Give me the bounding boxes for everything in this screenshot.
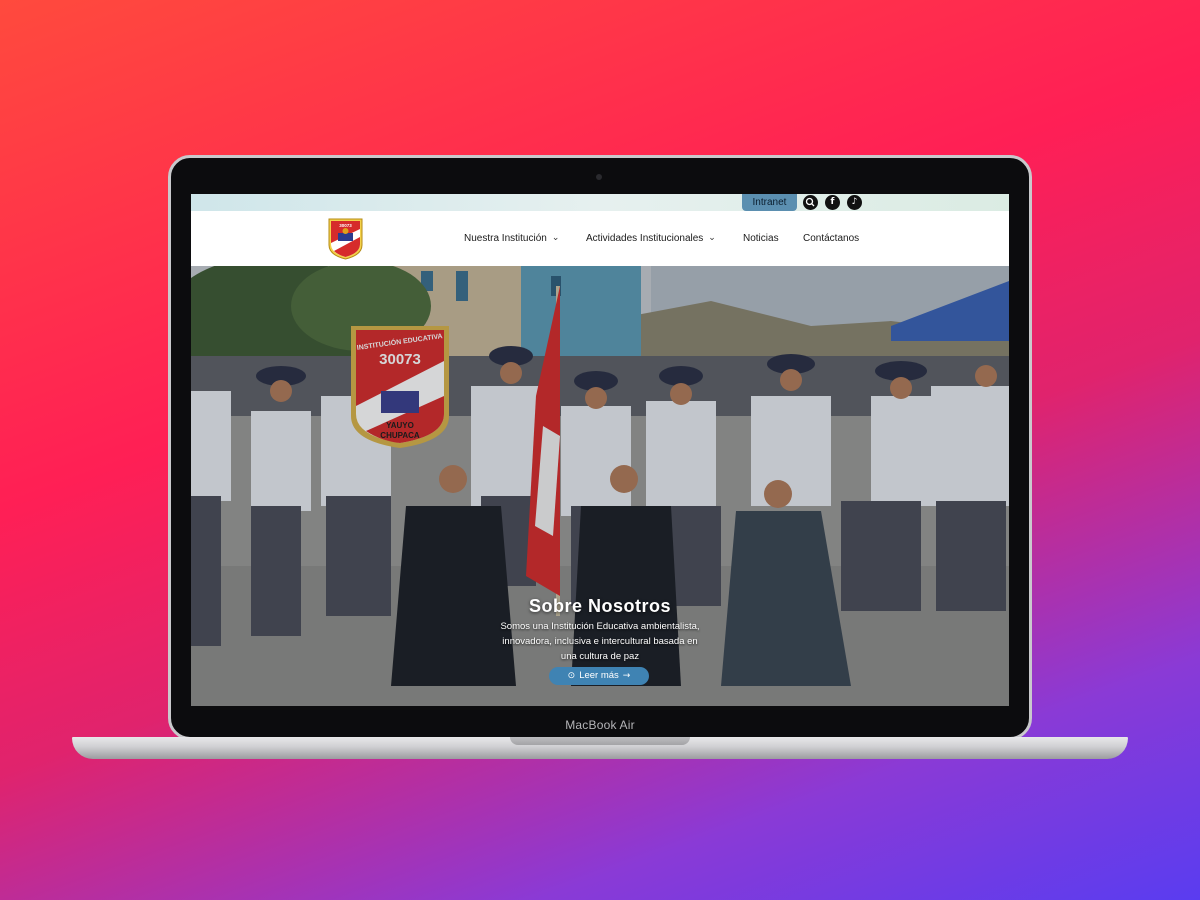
camera-dot: [596, 174, 602, 180]
nav-nuestra-institucion[interactable]: Nuestra Institución ⌄: [464, 232, 560, 244]
clock-icon: ⊙: [567, 671, 576, 681]
laptop-notch: [510, 737, 690, 745]
chevron-down-icon: ⌄: [551, 232, 560, 242]
arrow-right-icon: →: [622, 671, 631, 681]
read-more-label: Leer más: [579, 670, 619, 681]
nav-label: Nuestra Institución: [464, 233, 547, 244]
facebook-icon[interactable]: f: [825, 195, 840, 210]
read-more-button[interactable]: ⊙ Leer más →: [549, 667, 649, 685]
hero-description: Somos una Institución Educativa ambienta…: [500, 621, 700, 662]
search-icon[interactable]: [803, 195, 818, 210]
top-utility-bar: Intranet f ♪: [191, 194, 1009, 211]
hero-title: Sobre Nosotros: [528, 596, 672, 616]
tiktok-icon[interactable]: ♪: [847, 195, 862, 210]
intranet-button[interactable]: Intranet: [742, 194, 797, 211]
nav-contactanos[interactable]: Contáctanos: [803, 233, 859, 244]
browser-screen: Intranet f ♪ 30073 Nuestra Institución ⌄ …: [191, 194, 1009, 706]
logo-number: 30073: [339, 223, 352, 228]
nav-actividades-institucionales[interactable]: Actividades Institucionales ⌄: [586, 232, 716, 244]
school-logo[interactable]: 30073: [328, 217, 363, 260]
device-label: MacBook Air: [565, 718, 635, 732]
hero-section: INSTITUCIÓN EDUCATIVA 30073 YAUYO CHUPAC…: [191, 266, 1009, 706]
chevron-down-icon: ⌄: [708, 232, 716, 242]
nav-label: Actividades Institucionales: [586, 233, 704, 244]
nav-label: Noticias: [743, 233, 779, 244]
main-navbar: 30073 Nuestra Institución ⌄ Actividades I…: [191, 211, 1009, 266]
nav-noticias[interactable]: Noticias: [743, 233, 779, 244]
nav-label: Contáctanos: [803, 233, 860, 244]
